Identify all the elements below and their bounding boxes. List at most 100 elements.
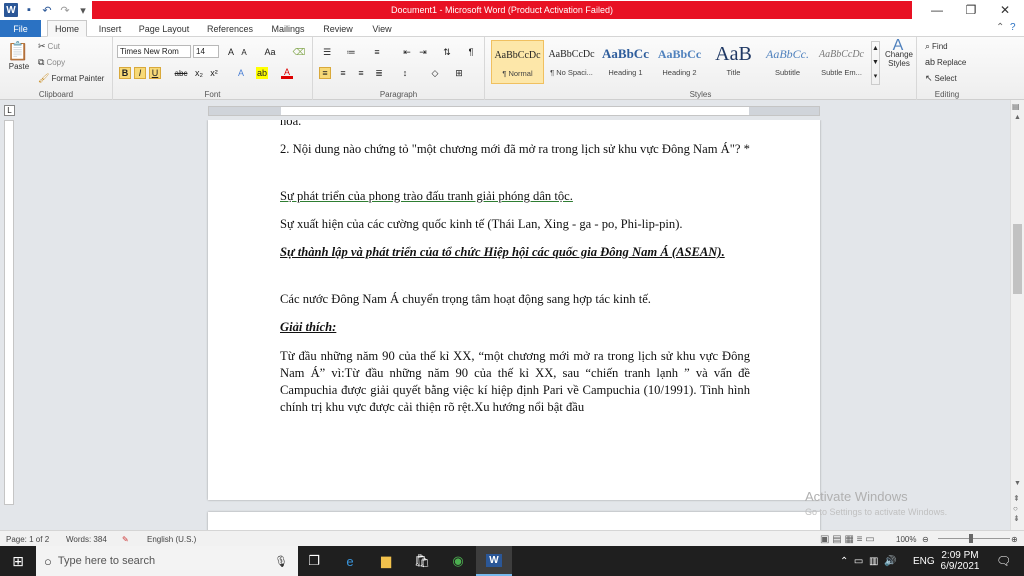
superscript-icon[interactable]: x² [208, 67, 220, 79]
subscript-icon[interactable]: x₂ [193, 67, 205, 79]
file-explorer-icon[interactable]: ▆ [368, 546, 404, 576]
scroll-down-icon[interactable]: ▼ [1014, 480, 1021, 487]
tab-review[interactable]: Review [318, 20, 358, 37]
proofing-icon[interactable]: ✎ [122, 531, 129, 547]
copy-button[interactable]: ⧉ Copy [38, 57, 65, 68]
document-page-2[interactable] [208, 512, 820, 530]
tab-references[interactable]: References [202, 20, 258, 37]
help-icon[interactable]: ? [1010, 22, 1016, 33]
clear-format-icon[interactable]: ⌫ [293, 46, 306, 58]
edge-icon[interactable]: e [332, 546, 368, 576]
style-normal[interactable]: AaBbCcDc ¶ Normal [491, 40, 544, 84]
format-painter-button[interactable]: 🖌 Format Painter [38, 73, 104, 84]
sort-icon[interactable]: ⇅ [441, 46, 453, 58]
style-heading-1[interactable]: AaBbCc Heading 1 [599, 40, 652, 84]
taskbar-search[interactable]: ○ Type here to search 🎙 [36, 546, 298, 576]
zoom-out-icon[interactable]: ⊖ [922, 531, 929, 547]
document-page[interactable]: hóa. 2. Nội dung nào chứng tỏ "một chươn… [208, 120, 820, 500]
styles-scroll[interactable]: ▲ ▼ ▾ [871, 41, 880, 85]
style-title[interactable]: AaB Title [707, 40, 760, 84]
zoom-level[interactable]: 100% [896, 531, 916, 547]
justify-icon[interactable]: ≣ [373, 67, 385, 79]
redo-icon[interactable]: ↷ [58, 3, 72, 17]
word-taskbar-icon[interactable]: W [476, 546, 512, 576]
align-left-icon[interactable]: ≡ [319, 67, 331, 79]
close-button[interactable]: ✕ [988, 0, 1022, 20]
view-buttons[interactable]: ▣ ▤ ▦ ≡ ▭ [820, 531, 875, 547]
ruler-toggle-icon[interactable]: ▤ [1012, 102, 1020, 111]
style-heading-2[interactable]: AaBbCc Heading 2 [653, 40, 706, 84]
shrink-font-icon[interactable]: A [238, 46, 250, 58]
next-page-icon[interactable]: ⇟ [1013, 514, 1020, 523]
tab-selector[interactable]: L [4, 105, 15, 116]
task-view-icon[interactable]: ❐ [296, 546, 332, 576]
app-icon[interactable]: ◉ [440, 546, 476, 576]
show-marks-icon[interactable]: ¶ [465, 46, 477, 58]
decrease-indent-icon[interactable]: ⇤ [401, 46, 413, 58]
prev-page-icon[interactable]: ⇞ [1013, 494, 1020, 503]
style-subtitle[interactable]: AaBbCc. Subtitle [761, 40, 814, 84]
bullets-icon[interactable]: ☰ [321, 46, 333, 58]
font-color-icon[interactable]: A [281, 67, 293, 79]
multilevel-list-icon[interactable]: ≡ [371, 46, 383, 58]
minimize-ribbon-icon[interactable]: ⌃ [996, 22, 1004, 33]
style-no-spacing[interactable]: AaBbCcDc ¶ No Spaci... [545, 40, 598, 84]
line-spacing-icon[interactable]: ↕ [399, 67, 411, 79]
tab-page-layout[interactable]: Page Layout [134, 20, 194, 37]
store-icon[interactable]: 🛍 [404, 546, 440, 576]
input-language[interactable]: ENG [913, 546, 935, 576]
tab-insert[interactable]: Insert [92, 20, 128, 37]
bold-button[interactable]: B [119, 67, 131, 79]
tray-icons[interactable]: ⌃ ▭ ▥ 🔊 [840, 546, 896, 576]
tab-view[interactable]: View [366, 20, 398, 37]
grow-font-icon[interactable]: A [225, 46, 237, 58]
vertical-ruler[interactable] [4, 120, 14, 505]
zoom-slider[interactable] [938, 538, 1010, 539]
increase-indent-icon[interactable]: ⇥ [417, 46, 429, 58]
highlight-icon[interactable]: ab [256, 67, 268, 79]
clock[interactable]: 2:09 PM 6/9/2021 [938, 546, 982, 576]
align-right-icon[interactable]: ≡ [355, 67, 367, 79]
zoom-slider-thumb[interactable] [969, 534, 973, 543]
change-case-icon[interactable]: Aa [264, 46, 276, 58]
answer-option-3: Sự thành lập và phát triển của tổ chức H… [280, 245, 725, 259]
zoom-in-icon[interactable]: ⊕ [1011, 531, 1018, 547]
numbering-icon[interactable]: ≔ [345, 46, 357, 58]
borders-icon[interactable]: ⊞ [453, 67, 465, 79]
minimize-button[interactable]: — [920, 0, 954, 20]
word-count[interactable]: Words: 384 [66, 531, 107, 547]
replace-button[interactable]: ab Replace [925, 57, 966, 67]
windows-start-icon[interactable]: ⊞ [0, 546, 36, 576]
style-subtle-emphasis[interactable]: AaBbCcDc Subtle Em... [815, 40, 868, 84]
horizontal-ruler[interactable] [208, 106, 820, 116]
vertical-scrollbar[interactable]: ▤ ▲ ▼ ⇞ ○ ⇟ [1010, 100, 1024, 530]
scroll-up-icon[interactable]: ▲ [1014, 114, 1021, 121]
select-button[interactable]: ↖ Select [925, 73, 957, 84]
tab-file[interactable]: File [0, 20, 41, 37]
microphone-icon[interactable]: 🎙 [274, 555, 288, 568]
notifications-icon[interactable]: 🗨 [996, 546, 1011, 576]
underline-button[interactable]: U [149, 67, 161, 79]
undo-icon[interactable]: ↶ [40, 3, 54, 17]
word-icon[interactable]: W [4, 3, 18, 17]
tab-mailings[interactable]: Mailings [266, 20, 310, 37]
maximize-button[interactable]: ❐ [954, 0, 988, 20]
italic-button[interactable]: I [134, 67, 146, 79]
align-center-icon[interactable]: ≡ [337, 67, 349, 79]
find-button[interactable]: ⌕ Find [925, 41, 948, 52]
strikethrough-icon[interactable]: abc [175, 67, 188, 79]
save-icon[interactable]: ▪ [22, 3, 36, 17]
customize-qat-icon[interactable]: ▾ [76, 3, 90, 17]
shading-icon[interactable]: ◇ [429, 67, 441, 79]
change-styles-button[interactable]: A Change Styles [883, 38, 915, 69]
tab-home[interactable]: Home [47, 20, 87, 37]
text-effects-icon[interactable]: A [235, 67, 247, 79]
font-name-select[interactable]: Times New Rom [117, 45, 191, 58]
language-indicator[interactable]: English (U.S.) [147, 531, 196, 547]
font-size-select[interactable]: 14 [193, 45, 219, 58]
paste-button[interactable]: 📋 Paste [6, 41, 32, 71]
scrollbar-thumb[interactable] [1013, 224, 1022, 294]
cut-button[interactable]: ✂ Cut [38, 41, 60, 52]
browse-object-icon[interactable]: ○ [1013, 504, 1018, 513]
page-count[interactable]: Page: 1 of 2 [6, 531, 49, 547]
